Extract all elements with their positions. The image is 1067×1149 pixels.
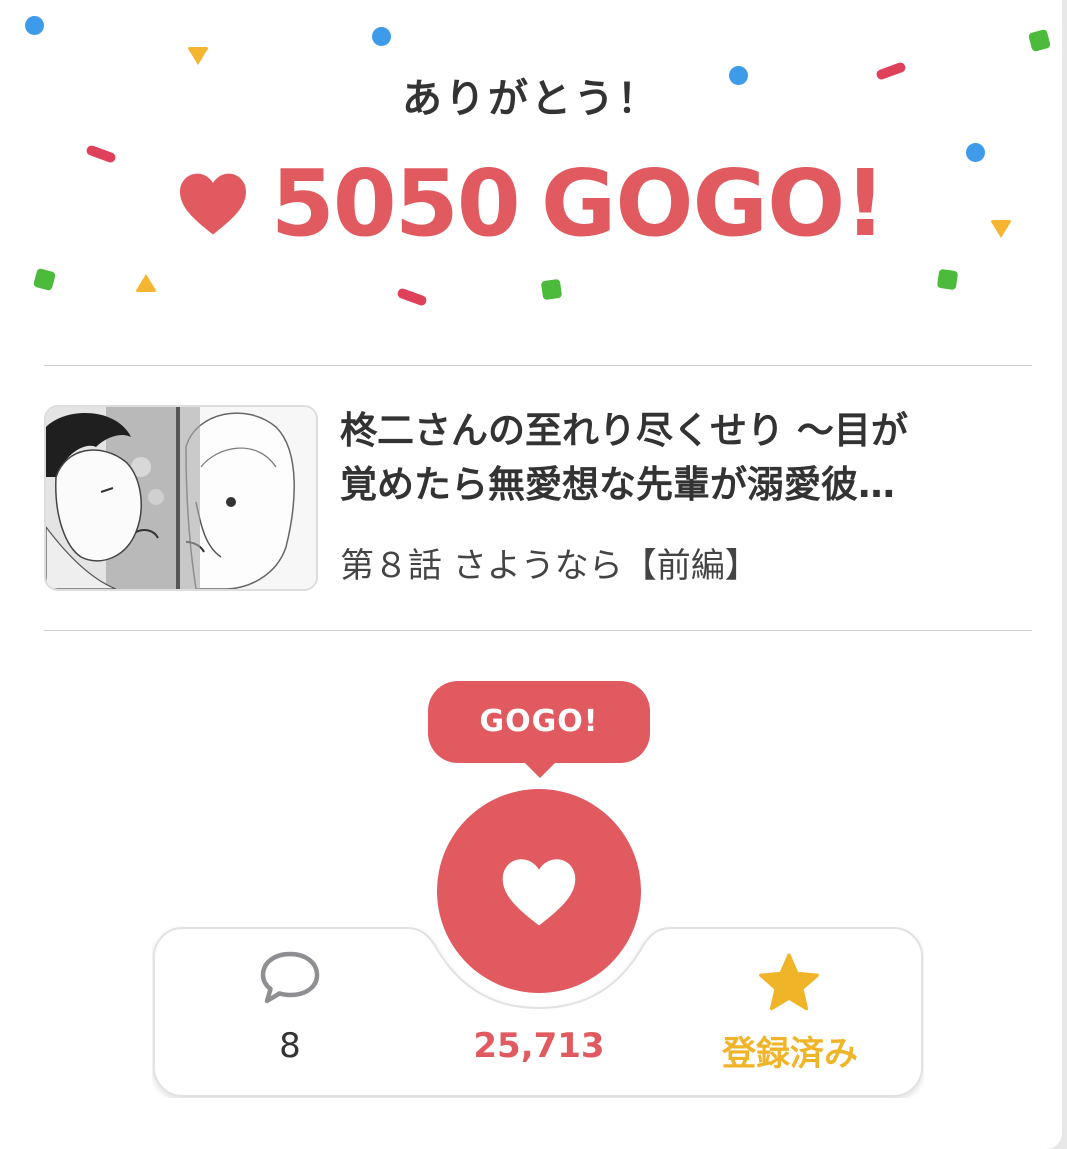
series-title-line-1: 柊二さんの至れり尽くせり 〜目が (340, 409, 908, 452)
episode-thumbnail[interactable] (44, 405, 318, 591)
series-title-line-2: 覚めたら無愛想な先輩が溺愛彼… (340, 463, 895, 506)
divider (44, 365, 1032, 366)
confetti-dot (372, 27, 391, 46)
gogo-label: GOGO! (540, 149, 886, 257)
divider (44, 630, 1032, 631)
favorite-label: 登録済み (722, 1034, 858, 1074)
confetti-dash (396, 287, 428, 307)
confetti-square (936, 268, 959, 291)
gogo-tooltip-tip (524, 762, 556, 778)
manga-thumbnail-image (46, 407, 316, 589)
heart-icon (179, 173, 246, 235)
heart-icon (502, 859, 576, 926)
gogo-tooltip: GOGO! (428, 681, 650, 763)
confetti-square (32, 267, 57, 292)
confetti-triangle (135, 274, 157, 292)
confetti-triangle (187, 47, 209, 65)
gogo-headline: 5050 GOGO! (0, 143, 1062, 263)
favorite-button[interactable]: 登録済み (710, 945, 870, 1075)
confetti-dot (25, 16, 44, 35)
confetti-square (1027, 28, 1052, 53)
series-title[interactable]: 柊二さんの至れり尽くせり 〜目が 覚めたら無愛想な先輩が溺愛彼… (340, 404, 1040, 512)
star-icon (759, 953, 819, 1011)
gogo-total-count: 25,713 (473, 1026, 605, 1066)
comments-button[interactable]: 8 (230, 945, 350, 1075)
gogo-heart-button[interactable] (437, 789, 641, 993)
episode-label: 第８話 さようなら【前編】 (340, 546, 759, 586)
thanks-message: ありがとう！ (402, 76, 660, 122)
gogo-count: 5050 (270, 149, 521, 257)
comments-count: 8 (279, 1026, 301, 1066)
comment-bubble-icon (260, 951, 320, 1004)
gogo-result-card: ありがとう！ 5050 GOGO! 柊二さんの至れり尽くせり 〜目が 覚めたら無… (0, 0, 1062, 1149)
confetti-square (540, 278, 563, 301)
